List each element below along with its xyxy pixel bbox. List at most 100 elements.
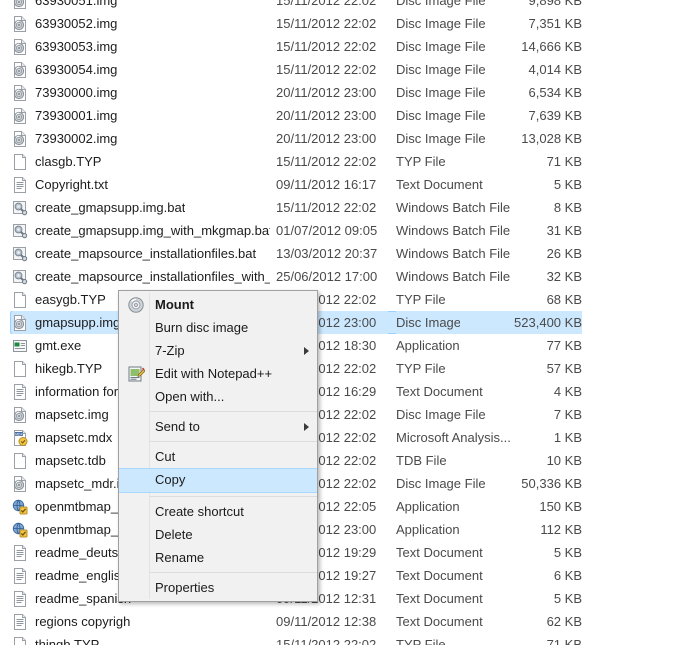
- disc-image-icon: [12, 314, 28, 331]
- file-name-label: readme_english.: [35, 568, 132, 583]
- file-name-cell[interactable]: create_mapsource_installationfiles_with_…: [12, 265, 270, 288]
- menu-item-copy[interactable]: Copy: [119, 468, 317, 493]
- file-name-cell[interactable]: create_gmapsupp.img.bat: [12, 196, 270, 219]
- menu-item-edit-with-notepad[interactable]: Edit with Notepad++: [119, 362, 317, 385]
- file-date-cell: 20/11/2012 23:00: [276, 85, 377, 100]
- file-list[interactable]: 63930051.img 15/11/2012 22:02 Disc Image F…: [0, 0, 700, 645]
- menu-item-burn-disc-image[interactable]: Burn disc image: [119, 316, 317, 339]
- mdx-file-icon: MDX: [12, 429, 28, 446]
- menu-separator: [149, 572, 317, 573]
- menu-item-create-shortcut[interactable]: Create shortcut: [119, 500, 317, 523]
- file-name-cell[interactable]: clasgb.TYP: [12, 150, 270, 173]
- file-row[interactable]: readme_english. 09/11/2012 19:27 Text Docu…: [0, 564, 700, 587]
- menu-item-label: Send to: [155, 419, 200, 434]
- file-row[interactable]: openmtbmap_g 15/11/2012 22:05 Application 1…: [0, 495, 700, 518]
- file-size-cell: 6 KB: [553, 568, 582, 583]
- file-name-cell[interactable]: thingb.TYP: [12, 633, 270, 645]
- file-name-cell[interactable]: 73930002.img: [12, 127, 270, 150]
- file-size-cell: 150 KB: [539, 499, 582, 514]
- file-size-cell: 9,898 KB: [528, 0, 583, 8]
- file-name-label: 73930000.img: [35, 85, 118, 100]
- file-row[interactable]: 63930054.img 15/11/2012 22:02 Disc Image F…: [0, 58, 700, 81]
- blank-file-icon: [12, 291, 28, 308]
- menu-item-properties[interactable]: Properties: [119, 576, 317, 599]
- file-name-label: 73930002.img: [35, 131, 118, 146]
- file-date-cell: 25/06/2012 17:00: [276, 269, 378, 284]
- context-menu-items: Mount Burn disc image 7-Zip Edit with Notep…: [119, 293, 317, 599]
- menu-item-label: Rename: [155, 550, 205, 565]
- disc-image-icon: [12, 84, 28, 101]
- installer-icon: [12, 522, 28, 538]
- file-row[interactable]: 73930000.img 20/11/2012 23:00 Disc Image F…: [0, 81, 700, 104]
- file-date-cell: 15/11/2012 22:02: [276, 62, 377, 77]
- disc-image-icon: [12, 38, 28, 55]
- file-name-cell[interactable]: 63930053.img: [12, 35, 270, 58]
- file-row[interactable]: regions copyrigh 09/11/2012 12:38 Text Doc…: [0, 610, 700, 633]
- file-row[interactable]: readme_spanish 09/11/2012 12:31 Text Docum…: [0, 587, 700, 610]
- file-row[interactable]: easygb.TYP 15/11/2012 22:02 TYP File 68 KB: [0, 288, 700, 311]
- file-row[interactable]: 63930053.img 15/11/2012 22:02 Disc Image F…: [0, 35, 700, 58]
- menu-separator: [149, 411, 317, 412]
- file-size-cell: 1 KB: [553, 430, 582, 445]
- file-name-cell[interactable]: 73930001.img: [12, 104, 270, 127]
- menu-item-7-zip[interactable]: 7-Zip: [119, 339, 317, 362]
- disc-image-icon: [12, 0, 28, 9]
- file-row[interactable]: create_gmapsupp.img_with_mkgmap.bat 01/07…: [0, 219, 700, 242]
- menu-item-open-with[interactable]: Open with...: [119, 385, 317, 408]
- file-row[interactable]: hikegb.TYP 15/11/2012 22:02 TYP File 57 KB: [0, 357, 700, 380]
- file-name-label: create_mapsource_installationfiles_with_…: [35, 269, 270, 284]
- file-name-cell[interactable]: create_gmapsupp.img_with_mkgmap.bat: [12, 219, 270, 242]
- file-row[interactable]: Copyright.txt 09/11/2012 16:17 Text Docume…: [0, 173, 700, 196]
- menu-item-label: Edit with Notepad++: [155, 366, 273, 381]
- menu-item-label: Properties: [155, 580, 215, 595]
- file-row[interactable]: gmapsupp.img 20/11/2012 23:00 Disc Image F…: [0, 311, 700, 334]
- file-row[interactable]: mapsetc_mdr.im 15/11/2012 22:02 Disc Image…: [0, 472, 700, 495]
- file-row[interactable]: readme_deutsch 09/11/2012 19:29 Text Docum…: [0, 541, 700, 564]
- menu-item-label: Create shortcut: [155, 504, 244, 519]
- file-row[interactable]: create_mapsource_installationfiles_with_…: [0, 265, 700, 288]
- menu-item-mount[interactable]: Mount: [119, 293, 317, 316]
- file-name-cell[interactable]: Copyright.txt: [12, 173, 270, 196]
- menu-item-rename[interactable]: Rename: [119, 546, 317, 569]
- file-size-cell: 4,014 KB: [528, 62, 583, 77]
- file-size-cell: 62 KB: [546, 614, 582, 629]
- file-row[interactable]: gmt.exe 09/11/2012 18:30 Application 77 KB: [0, 334, 700, 357]
- menu-item-cut[interactable]: Cut: [119, 445, 317, 468]
- file-row[interactable]: clasgb.TYP 15/11/2012 22:02 TYP File 71 KB: [0, 150, 700, 173]
- file-row[interactable]: mapsetc.img 15/11/2012 22:02 Disc Image Fi…: [0, 403, 700, 426]
- file-name-label: clasgb.TYP: [35, 154, 102, 169]
- text-document-icon: [12, 544, 28, 561]
- menu-item-delete[interactable]: Delete: [119, 523, 317, 546]
- file-name-label: information for l: [35, 384, 125, 399]
- file-row[interactable]: mapsetc.tdb 15/11/2012 22:02 TDB File 10 KB: [0, 449, 700, 472]
- file-row[interactable]: openmtbmap_g 20/11/2012 23:00 Application 1…: [0, 518, 700, 541]
- file-name-cell[interactable]: 63930051.img: [12, 0, 270, 12]
- file-row[interactable]: create_mapsource_installationfiles.bat 13…: [0, 242, 700, 265]
- file-row[interactable]: create_gmapsupp.img.bat 15/11/2012 22:02 W…: [0, 196, 700, 219]
- file-row[interactable]: MDX mapsetc.mdx 15/11/2012 22:02 Microsoft …: [0, 426, 700, 449]
- installer-icon: [12, 499, 28, 515]
- svg-text:MDX: MDX: [15, 432, 23, 436]
- batch-file-icon: [12, 269, 28, 285]
- menu-item-send-to[interactable]: Send to: [119, 415, 317, 438]
- file-size-cell: 10 KB: [546, 453, 582, 468]
- file-name-cell[interactable]: regions copyrigh: [12, 610, 270, 633]
- file-name-cell[interactable]: create_mapsource_installationfiles.bat: [12, 242, 270, 265]
- text-document-icon: [12, 176, 28, 193]
- file-row[interactable]: 73930001.img 20/11/2012 23:00 Disc Image F…: [0, 104, 700, 127]
- file-row[interactable]: 63930051.img 15/11/2012 22:02 Disc Image F…: [0, 0, 700, 12]
- file-date-cell: 15/11/2012 22:02: [276, 154, 377, 169]
- file-row[interactable]: thingb.TYP 15/11/2012 22:02 TYP File 71 KB: [0, 633, 700, 645]
- file-name-label: 73930001.img: [35, 108, 118, 123]
- file-row[interactable]: information for l 09/11/2012 16:29 Text Do…: [0, 380, 700, 403]
- context-menu[interactable]: Mount Burn disc image 7-Zip Edit with Notep…: [118, 290, 318, 602]
- blank-file-icon: [12, 452, 28, 469]
- file-size-cell: 31 KB: [546, 223, 582, 238]
- file-name-cell[interactable]: 63930054.img: [12, 58, 270, 81]
- menu-item-label: Cut: [155, 449, 176, 464]
- file-name-label: openmtbmap_g: [35, 522, 126, 537]
- file-row[interactable]: 73930002.img 20/11/2012 23:00 Disc Image F…: [0, 127, 700, 150]
- file-row[interactable]: 63930052.img 15/11/2012 22:02 Disc Image F…: [0, 12, 700, 35]
- file-name-cell[interactable]: 63930052.img: [12, 12, 270, 35]
- file-name-cell[interactable]: 73930000.img: [12, 81, 270, 104]
